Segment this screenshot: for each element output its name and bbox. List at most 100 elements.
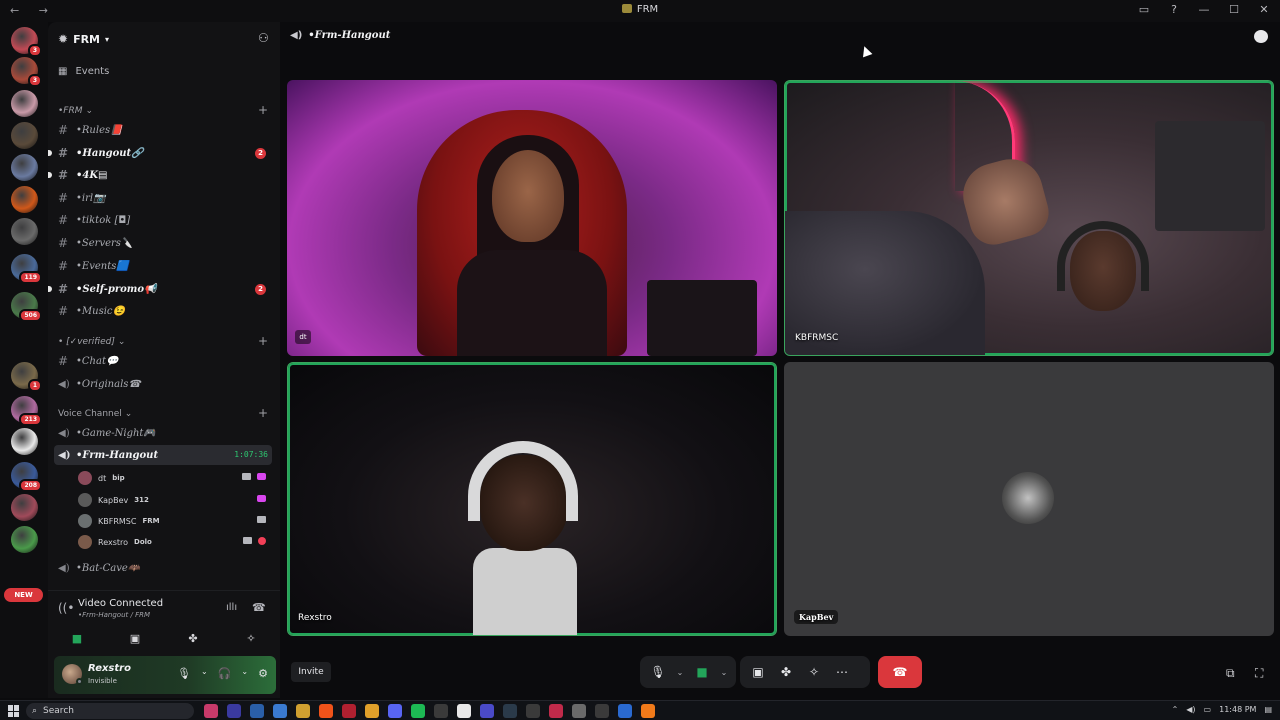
voice-channel-frm-hangout[interactable]: ◀) •Frm-Hangout 1:07:36 [54,445,272,465]
video-tile[interactable]: KBFRMSC [784,80,1274,356]
channel-irl[interactable]: # •irl📷 [58,188,272,208]
voice-channel-bat-cave[interactable]: ◀) •Bat-Cave🦇 [58,558,272,578]
activities-icon[interactable]: ✤ [774,660,798,684]
taskbar-app-icon[interactable] [273,704,287,718]
server-icon[interactable] [11,122,38,149]
taskbar-app-icon[interactable] [388,704,402,718]
voice-channel-game-night[interactable]: ◀) •Game-Night🎮 [58,423,272,443]
video-tile[interactable]: Rexstro [287,362,777,636]
volume-icon[interactable]: ◀) [1186,705,1195,714]
taskbar-app-icon[interactable] [503,704,517,718]
server-icon[interactable]: 3 [11,57,42,87]
taskbar-app-icon[interactable] [572,704,586,718]
activities-icon[interactable]: ✤ [182,629,204,647]
invite-button[interactable]: Invite [291,662,331,682]
server-icon[interactable]: 1 [11,362,42,392]
taskbar-app-icon[interactable] [595,704,609,718]
video-tile[interactable]: KapBev [784,362,1274,636]
add-channel-icon[interactable]: + [258,334,268,348]
channel-tiktok[interactable]: # •tiktok [◘] [58,210,272,230]
taskbar-app-icon[interactable] [618,704,632,718]
voice-user-row[interactable]: KBFRMSC FRM [78,511,270,531]
fullscreen-icon[interactable]: ⛶ [1255,666,1263,681]
add-channel-icon[interactable]: + [258,103,268,117]
server-icon[interactable] [11,428,38,455]
server-icon[interactable] [11,218,38,245]
server-icon[interactable] [11,526,38,553]
video-tile[interactable]: dt [287,80,777,356]
microphone-icon[interactable]: 🎙 [177,667,191,680]
minimize-icon[interactable]: — [1198,3,1210,16]
taskbar-app-icon[interactable] [319,704,333,718]
screen-share-icon[interactable]: ▣ [746,660,770,684]
maximize-icon[interactable]: ☐ [1228,3,1240,16]
channel-4k[interactable]: # •4K▤ [48,165,272,185]
add-channel-icon[interactable]: + [258,406,268,420]
server-icon[interactable]: 3 [11,27,42,57]
server-icon[interactable] [11,90,38,117]
voice-status-subtitle[interactable]: •Frm-Hangout / FRM [78,611,150,619]
channel-hangout[interactable]: # •Hangout🔗 2 [48,143,272,163]
network-icon[interactable]: ▭ [1204,705,1212,714]
taskbar-app-icon[interactable] [480,704,494,718]
channel-originals[interactable]: ◀) •Originals☎ [58,374,272,394]
chevron-up-icon[interactable]: ⌃ [1172,705,1179,714]
chat-icon[interactable] [1254,30,1268,43]
gear-icon[interactable]: ⚙ [258,667,268,680]
soundboard-icon[interactable]: ✧ [802,660,826,684]
events-link[interactable]: ▦ Events [58,66,109,77]
invite-people-icon[interactable]: ⚇ [258,31,269,45]
taskbar-app-icon[interactable] [342,704,356,718]
taskbar-app-icon[interactable] [434,704,448,718]
microphone-icon[interactable]: 🎙 [646,660,670,684]
server-icon[interactable]: 119 [11,254,42,284]
screen-share-icon[interactable]: ▣ [124,629,146,647]
end-call-button[interactable]: ☎ [878,656,922,688]
help-icon[interactable]: ? [1168,3,1180,16]
headphones-icon[interactable]: 🎧 [218,667,232,680]
server-icon[interactable]: 213 [11,396,42,426]
start-icon[interactable] [8,705,20,717]
soundboard-icon[interactable]: ✧ [240,629,262,647]
notifications-icon[interactable]: ▤ [1264,705,1272,714]
channel-chat[interactable]: # •Chat💬 [58,351,272,371]
camera-icon[interactable]: ■ [690,660,714,684]
category-voice[interactable]: Voice Channel ⌄ [58,409,132,419]
user-name[interactable]: Rexstro [88,663,131,674]
more-icon[interactable]: ⋯ [830,660,854,684]
channel-music[interactable]: # •Music😉 [58,301,272,321]
server-icon[interactable] [11,154,38,181]
guild-header[interactable]: ✹ FRM ▾ [58,30,109,48]
inbox-icon[interactable]: ▭ [1138,3,1150,16]
taskbar-app-icon[interactable] [641,704,655,718]
taskbar-app-icon[interactable] [457,704,471,718]
taskbar-app-icon[interactable] [526,704,540,718]
channel-servers[interactable]: # •Servers🔪 [58,233,272,253]
category-frm[interactable]: •FRM ⌄ [58,106,93,116]
channel-rules[interactable]: # •Rules📕 [58,120,272,140]
camera-toggle-icon[interactable]: ■ [66,629,88,647]
voice-user-row[interactable]: Rexstro Dolo [78,532,270,552]
disconnect-icon[interactable]: ☎ [252,601,266,614]
category-verified[interactable]: • [✓verified] ⌄ [58,337,125,347]
voice-user-row[interactable]: dt bip [78,468,270,488]
channel-events[interactable]: # •Events🟦 [58,256,272,276]
taskbar-app-icon[interactable] [296,704,310,718]
taskbar-app-icon[interactable] [204,704,218,718]
signal-icon[interactable]: ((• [58,601,74,615]
taskbar-app-icon[interactable] [549,704,563,718]
server-icon[interactable]: 208 [11,462,42,492]
chevron-down-icon[interactable]: ⌄ [201,667,208,680]
taskbar-app-icon[interactable] [227,704,241,718]
chevron-down-icon[interactable]: ⌄ [718,660,730,684]
taskbar-app-icon[interactable] [365,704,379,718]
clock[interactable]: 11:48 PM [1219,705,1256,714]
noise-suppression-icon[interactable]: ıllı [226,602,237,613]
taskbar-app-icon[interactable] [411,704,425,718]
taskbar-search[interactable]: ⌕ Search [26,703,194,719]
server-icon[interactable]: 506 [11,292,42,322]
taskbar-app-icon[interactable] [250,704,264,718]
server-icon[interactable] [11,186,38,213]
popout-icon[interactable]: ⧉ [1226,666,1235,681]
voice-user-row[interactable]: KapBev 312 [78,490,270,510]
